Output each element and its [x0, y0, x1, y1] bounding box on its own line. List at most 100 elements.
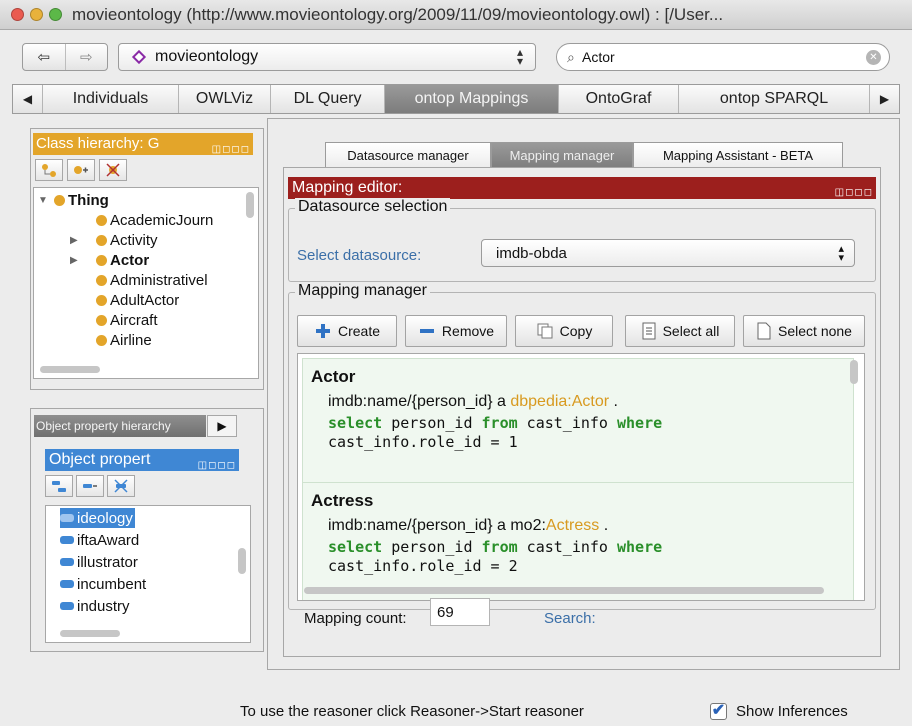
mapping-source-line1: select person_id from cast_info where — [328, 414, 662, 432]
view-controls-icon[interactable]: ◫◻◻◻ — [212, 139, 250, 155]
class-item-academicjournal[interactable]: AcademicJourn — [96, 210, 213, 230]
blank-document-icon — [757, 322, 771, 340]
zoom-window-button[interactable] — [49, 8, 62, 21]
tab-scroll-left-icon[interactable]: ◀ — [13, 85, 43, 113]
expanded-arrow-icon[interactable]: ▼ — [38, 195, 50, 206]
ontop-mappings-panel: Datasource manager Mapping manager Mappi… — [267, 118, 900, 670]
class-item-thing[interactable]: ▼ Thing — [38, 190, 109, 210]
class-tree: ▼ Thing AcademicJourn ▶ Activity ▶ Actor… — [33, 187, 259, 379]
tab-menu-arrow-icon[interactable]: ▶ — [207, 415, 237, 437]
tab-owlviz[interactable]: OWLViz — [179, 85, 271, 113]
sql-keyword: where — [617, 414, 663, 432]
close-window-button[interactable] — [11, 8, 24, 21]
forward-arrow-icon[interactable]: ⇨ — [64, 44, 108, 70]
property-icon — [60, 536, 74, 544]
delete-property-icon[interactable] — [107, 475, 135, 497]
mapping-search-label[interactable]: Search: — [544, 610, 596, 627]
select-none-button[interactable]: Select none — [743, 315, 865, 347]
show-inferences-label: Show Inferences — [736, 703, 848, 720]
target-class: Actor — [571, 393, 610, 410]
sql-keyword: select — [328, 414, 383, 432]
mapping-count-field: 69 — [430, 598, 490, 626]
show-inferences-checkbox[interactable]: ✔ — [710, 703, 727, 720]
property-icon — [60, 602, 74, 610]
minimize-window-button[interactable] — [30, 8, 43, 21]
view-controls-icon[interactable]: ◫◻◻◻ — [835, 182, 873, 204]
class-label: AdultActor — [110, 291, 180, 309]
remove-button[interactable]: Remove — [405, 315, 507, 347]
sql-text: cast_info — [517, 538, 617, 556]
class-item-aircraft[interactable]: Aircraft — [96, 310, 158, 330]
add-sub-property-icon[interactable] — [45, 475, 73, 497]
create-button[interactable]: Create — [297, 315, 397, 347]
add-subclass-icon[interactable] — [35, 159, 63, 181]
class-label: Activity — [110, 231, 158, 249]
property-label: illustrator — [77, 553, 138, 571]
search-input[interactable]: Actor — [582, 49, 615, 65]
toolbar: ⇦ ⇨ movieontology ▴ ▾ ⌕ Actor ✕ — [0, 31, 912, 81]
class-tree-hscroll[interactable] — [40, 366, 100, 373]
object-property-header: Object propert ◫◻◻◻ — [45, 449, 239, 471]
tab-ontograf[interactable]: OntoGraf — [559, 85, 679, 113]
title-bar: movieontology (http://www.movieontology.… — [0, 0, 912, 30]
delete-class-icon[interactable] — [99, 159, 127, 181]
collapsed-arrow-icon[interactable]: ▶ — [70, 235, 96, 246]
mapping-name: Actor — [311, 367, 356, 386]
tab-ontop-mappings[interactable]: ontop Mappings — [385, 85, 559, 113]
property-list-vscroll[interactable] — [238, 548, 246, 574]
minus-icon — [419, 329, 434, 333]
datasource-select[interactable]: imdb-obda ▴ ▾ — [481, 239, 855, 267]
datasource-selection-group: Datasource selection Select datasource: … — [288, 198, 876, 282]
tab-individuals[interactable]: Individuals — [43, 85, 179, 113]
collapsed-arrow-icon[interactable]: ▶ — [70, 255, 96, 266]
sql-text: cast_info — [517, 414, 617, 432]
class-icon — [96, 254, 107, 266]
class-item-activity[interactable]: ▶ Activity — [70, 230, 158, 250]
view-controls-icon[interactable]: ◫◻◻◻ — [198, 455, 236, 471]
select-datasource-label: Select datasource: — [297, 247, 422, 264]
mapping-entry-actor[interactable]: Actor imdb:name/{person_id} a dbpedia:Ac… — [302, 358, 854, 486]
mapping-list-vscroll[interactable] — [850, 360, 858, 384]
class-tree-vscroll[interactable] — [246, 192, 254, 218]
tab-mapping-assistant[interactable]: Mapping Assistant - BETA — [633, 142, 843, 168]
select-none-label: Select none — [778, 323, 852, 339]
add-sibling-class-icon[interactable] — [67, 159, 95, 181]
tab-scroll-right-icon[interactable]: ▶ — [869, 85, 899, 113]
ontology-diamond-icon — [131, 49, 147, 65]
ontology-selector[interactable]: movieontology ▴ ▾ — [118, 43, 536, 71]
plus-icon — [315, 324, 330, 338]
tab-datasource-manager[interactable]: Datasource manager — [325, 142, 491, 168]
property-item-illustrator[interactable]: illustrator — [60, 552, 138, 572]
object-property-hierarchy-tab[interactable]: Object property hierarchy — [34, 415, 206, 437]
class-item-adultactor[interactable]: AdultActor — [96, 290, 179, 310]
select-all-label: Select all — [662, 323, 720, 339]
mapping-list-hscroll[interactable] — [304, 587, 824, 594]
create-label: Create — [337, 323, 381, 339]
mapping-target: imdb:name/{person_id} a mo2:Actress . — [328, 517, 609, 534]
back-arrow-icon[interactable]: ⇦ — [23, 44, 65, 70]
class-item-actor[interactable]: ▶ Actor — [70, 250, 149, 270]
object-property-panel: Object property hierarchy ▶ Object prope… — [30, 408, 264, 652]
search-field[interactable]: ⌕ Actor ✕ — [556, 43, 890, 71]
copy-button[interactable]: Copy — [515, 315, 613, 347]
property-item-ideology[interactable]: ideology — [60, 508, 135, 528]
mapping-entry-actress[interactable]: Actress imdb:name/{person_id} a mo2:Actr… — [302, 482, 854, 600]
datasource-selection-legend: Datasource selection — [295, 198, 451, 216]
add-sibling-property-icon[interactable] — [76, 475, 104, 497]
property-item-iftaaward[interactable]: iftaAward — [60, 530, 139, 550]
property-item-industry[interactable]: industry — [60, 596, 130, 616]
mapping-source-line1: select person_id from cast_info where — [328, 538, 662, 556]
select-all-button[interactable]: Select all — [625, 315, 735, 347]
tab-mapping-manager[interactable]: Mapping manager — [491, 142, 633, 168]
tab-ontop-sparql[interactable]: ontop SPARQL — [679, 85, 869, 113]
class-item-administrative[interactable]: Administrativel — [96, 270, 208, 290]
mapping-sub-tabs: Datasource manager Mapping manager Mappi… — [325, 142, 843, 168]
class-label: Aircraft — [110, 311, 158, 329]
class-item-airline[interactable]: Airline — [96, 330, 152, 350]
mapping-target: imdb:name/{person_id} a dbpedia:Actor . — [328, 393, 618, 410]
clear-search-icon[interactable]: ✕ — [866, 50, 881, 65]
property-item-incumbent[interactable]: incumbent — [60, 574, 146, 594]
property-list-hscroll[interactable] — [60, 630, 120, 637]
mapping-manager-legend: Mapping manager — [295, 282, 430, 300]
tab-dl-query[interactable]: DL Query — [271, 85, 385, 113]
